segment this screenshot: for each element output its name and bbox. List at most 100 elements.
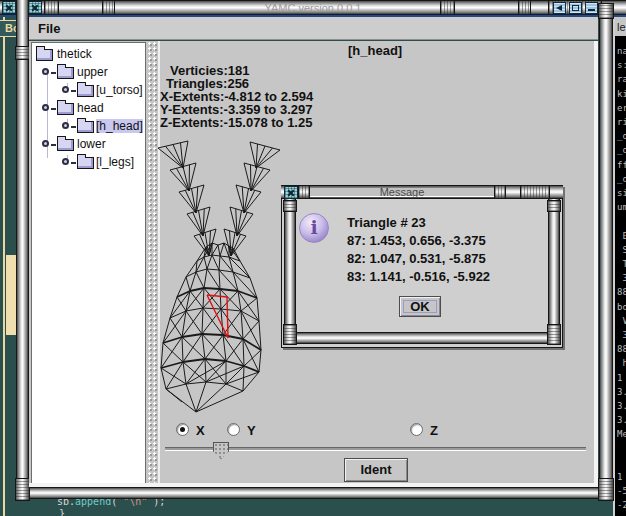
terminal-line: 34 <box>617 273 626 283</box>
stat-z-extents: Z-Extents:-15.078 to 1.25 <box>160 116 312 129</box>
terminal-line: ffs <box>617 160 626 170</box>
dialog-coupling <box>494 185 506 199</box>
tree-label-selected: [h_head] <box>96 119 143 133</box>
terminal-line: _of <box>617 174 626 184</box>
axis-radio-y[interactable]: Y <box>227 423 240 436</box>
expand-handle-icon[interactable] <box>62 86 69 93</box>
message-dialog: Message i Triangle # 23 87: 1.453, 0.656… <box>281 185 563 348</box>
dialog-coupling <box>520 185 550 199</box>
titlebar-coupling <box>102 0 115 15</box>
terminal-line: _of <box>617 145 626 155</box>
terminal-line: _of <box>617 131 626 141</box>
tree-label: lower <box>77 137 106 151</box>
content-right-bevel <box>594 41 598 487</box>
terminal-line: 35 <box>617 330 626 340</box>
border-joint <box>598 478 614 501</box>
terminal-line: ris <box>617 117 626 127</box>
terminal-line: TC <box>617 259 626 269</box>
titlebar-coupling <box>44 0 59 15</box>
menu-item-file[interactable]: File <box>38 21 60 36</box>
window-restore-icon[interactable] <box>553 2 566 14</box>
terminal-body: nams:ramkinertris_of_offfs_ofsizume EL S… <box>613 36 626 516</box>
terminal-line: VE <box>617 316 626 326</box>
terminal-line: Mes <box>617 429 626 439</box>
titlebar-coupling <box>518 0 531 15</box>
dialog-bottom-pipe <box>284 332 560 344</box>
terminal-line: 3.4 <box>617 401 626 411</box>
editor-margin-line <box>3 16 5 516</box>
close-icon[interactable] <box>2 1 16 14</box>
folder-icon <box>77 85 94 97</box>
folder-icon <box>77 121 94 133</box>
expand-handle-icon[interactable] <box>42 104 49 111</box>
terminal-line: ram <box>617 74 626 84</box>
slider-thumb[interactable] <box>213 442 229 459</box>
window-left-border <box>16 0 29 492</box>
terminal-line: s: <box>617 60 626 70</box>
dialog-title: Message <box>309 186 495 198</box>
tree-label: upper <box>77 65 108 79</box>
menu-bar: File <box>29 17 598 40</box>
dialog-close-icon[interactable] <box>284 186 298 199</box>
tree-label: [l_legs] <box>96 155 134 169</box>
expand-handle-icon[interactable] <box>62 158 69 165</box>
dialog-joint <box>547 200 561 212</box>
dialog-joint <box>283 200 297 212</box>
background-terminal-window: le nams:ramkinertris_of_offfs_ofsizume E… <box>613 17 626 516</box>
dialog-line-v1: 87: 1.453, 0.656, -3.375 <box>347 233 486 248</box>
dialog-coupling <box>298 185 310 199</box>
viewer-heading: [h_head] <box>348 43 402 58</box>
titlebar-coupling <box>440 0 455 15</box>
split-divider[interactable] <box>148 42 158 484</box>
terminal-title: le <box>613 17 626 36</box>
ident-button[interactable]: Ident <box>344 458 408 482</box>
folder-icon <box>57 139 74 151</box>
terminal-line: ume <box>617 202 626 212</box>
ok-button[interactable]: OK <box>399 296 441 317</box>
terminal-line: ha <box>617 358 626 368</box>
expand-handle-icon[interactable] <box>62 122 69 129</box>
folder-icon <box>57 103 74 115</box>
expand-handle-icon[interactable] <box>42 140 49 147</box>
terminal-line: 3.4 <box>617 415 626 425</box>
dialog-left-pipe <box>284 199 296 334</box>
content-bottom-bevel <box>29 483 598 487</box>
window-right-border <box>599 3 613 492</box>
axis-radio-x[interactable]: X <box>176 423 189 436</box>
expand-handle-icon[interactable] <box>42 68 49 75</box>
window-title: YAMC version 0.0.1 <box>0 2 626 14</box>
tree-label: thetick <box>57 47 92 61</box>
dialog-line-v3: 83: 1.141, -0.516, -5.922 <box>347 269 490 284</box>
terminal-line: 1 u <box>617 472 626 482</box>
window-maximize-icon[interactable] <box>569 2 582 14</box>
terminal-line: bou <box>617 302 626 312</box>
terminal-line: nam <box>617 46 626 56</box>
info-icon: i <box>299 213 329 243</box>
terminal-line: -5. <box>617 486 626 496</box>
dialog-line-title: Triangle # 23 <box>347 215 426 230</box>
dialog-line-v2: 82: 1.047, 0.531, -5.875 <box>347 251 486 266</box>
tree-label: head <box>77 101 104 115</box>
axis-radio-z[interactable]: Z <box>410 423 423 436</box>
terminal-line: 88 <box>617 287 626 297</box>
ok-label: OK <box>410 299 430 314</box>
window-close-icon[interactable] <box>28 1 42 14</box>
terminal-line: 1 n <box>617 373 626 383</box>
terminal-line: 88 <box>617 344 626 354</box>
terminal-line: ert <box>617 103 626 113</box>
border-joint <box>15 478 30 501</box>
folder-icon <box>77 157 94 169</box>
dialog-joint <box>283 324 297 345</box>
editor-code-line2: } <box>59 508 65 516</box>
window-bottom-border <box>16 487 613 499</box>
model-tree: thetick upper [u_torso] head [h_head] <box>31 42 146 484</box>
terminal-line: EL <box>617 231 626 241</box>
window-minimize-icon[interactable] <box>585 2 598 14</box>
dialog-right-pipe <box>548 199 560 334</box>
border-joint <box>15 46 30 60</box>
terminal-line: kin <box>617 89 626 99</box>
dialog-joint <box>547 324 561 345</box>
tree-label: [u_torso] <box>96 83 143 97</box>
terminal-line: 3.4 <box>617 387 626 397</box>
terminal-line: -29 <box>617 500 626 510</box>
